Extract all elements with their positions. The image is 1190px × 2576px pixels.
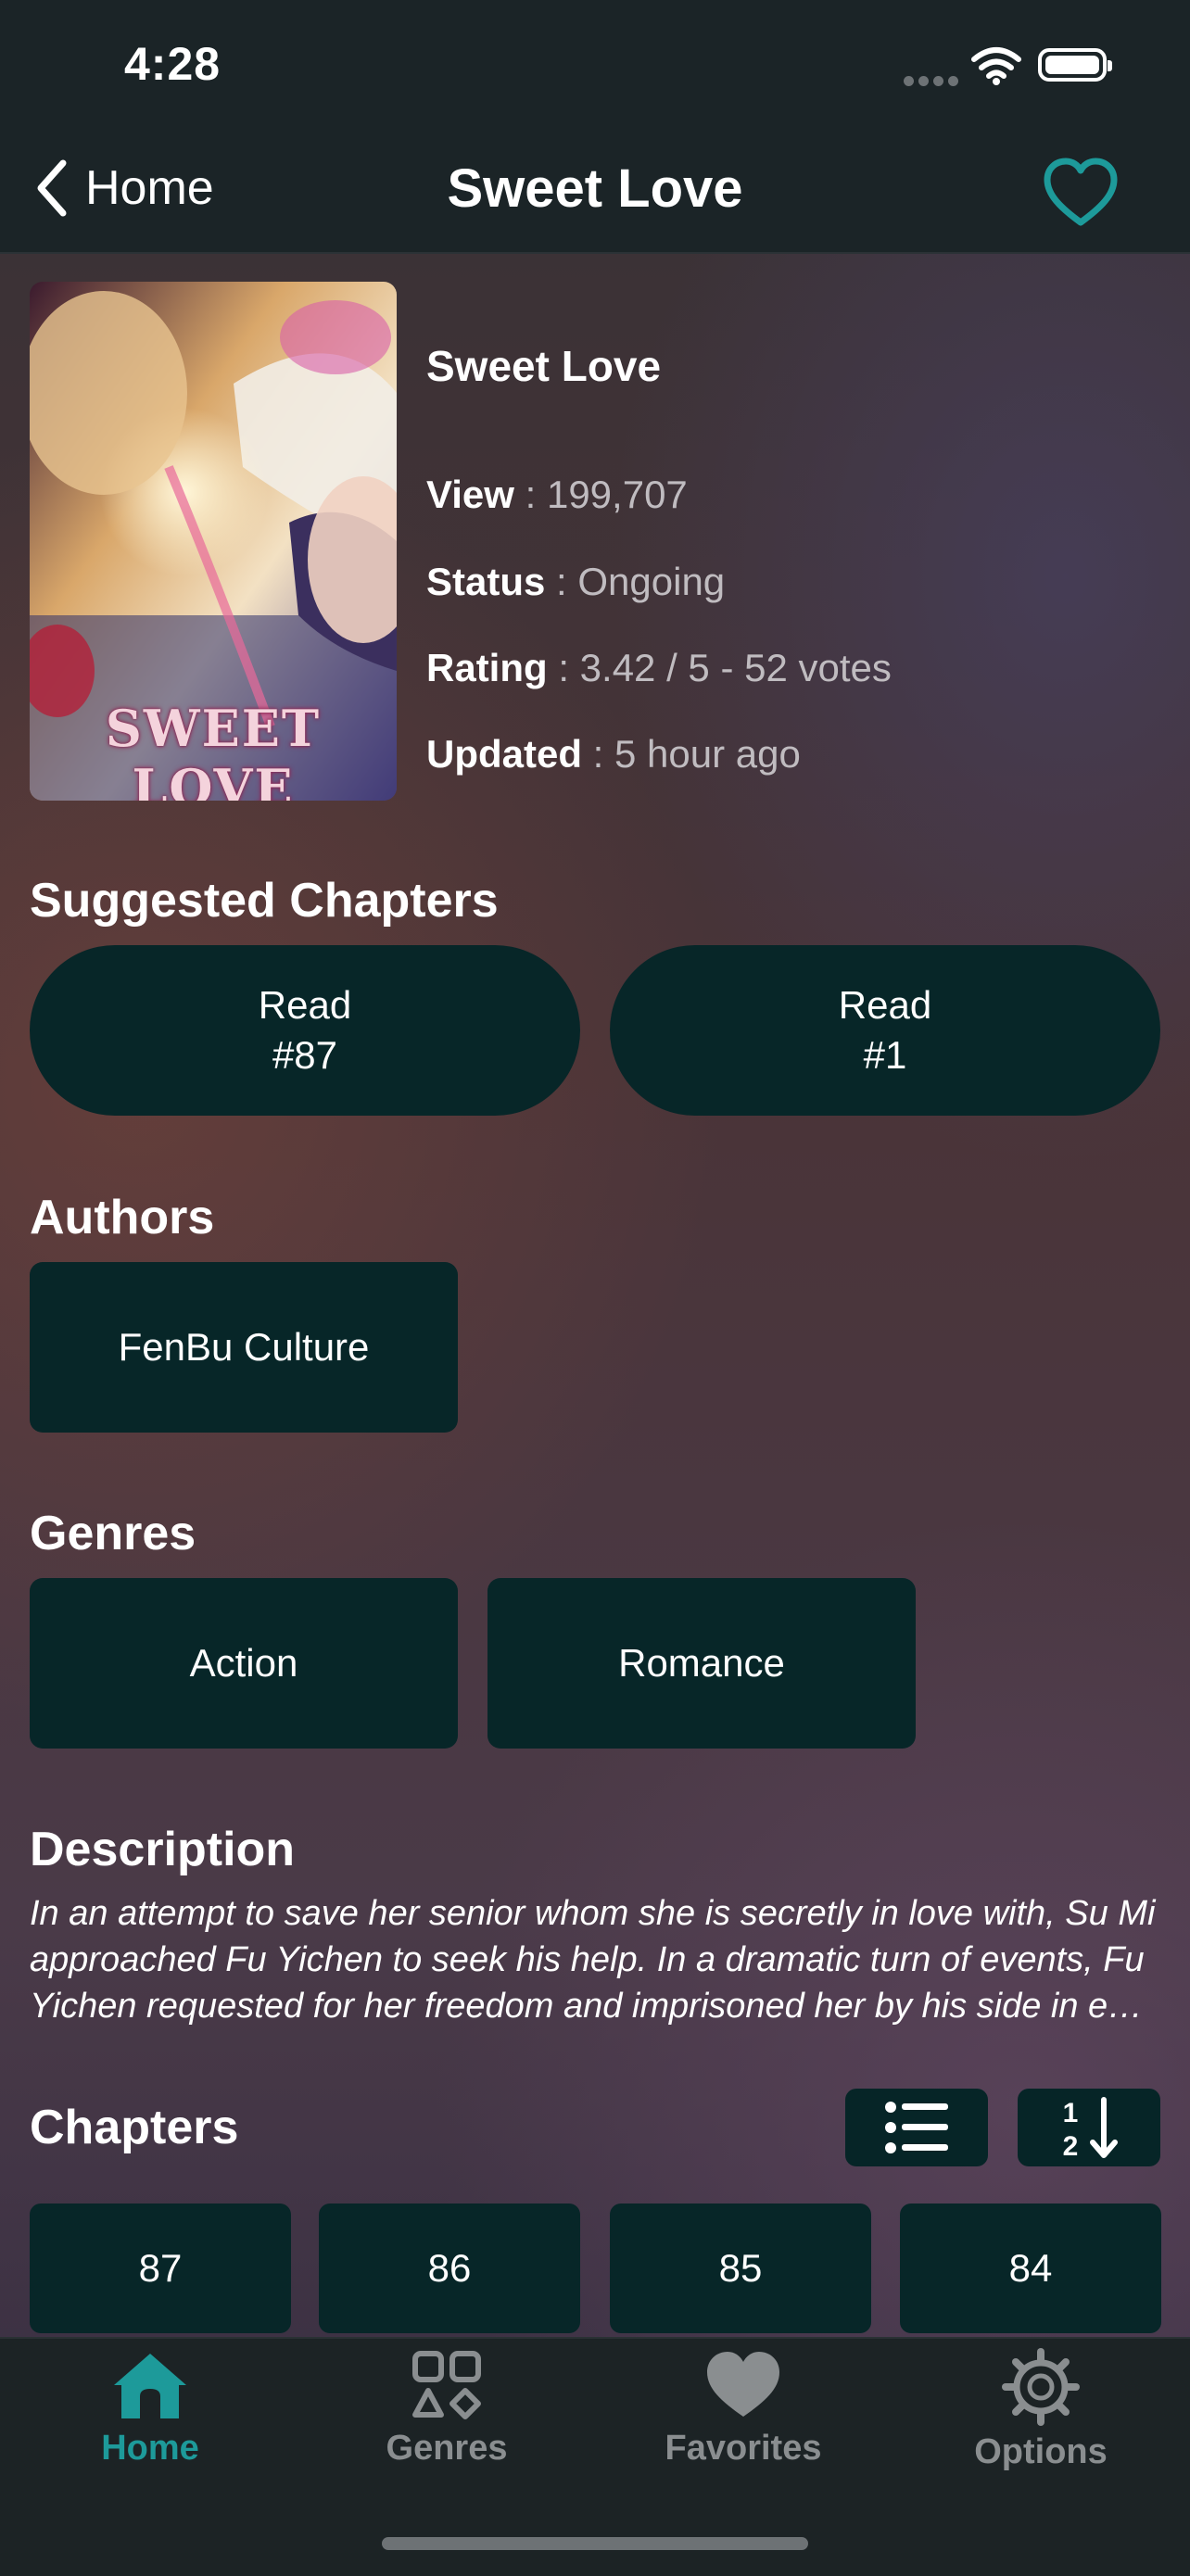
cover-title-art: SWEET LOVE xyxy=(105,699,322,801)
updated-row: Updated : 5 hour ago xyxy=(426,732,801,776)
sort-numeric-icon: 1 2 xyxy=(1063,2097,1118,2161)
status-time: 4:28 xyxy=(124,38,222,90)
view-row: View : 199,707 xyxy=(426,473,688,516)
list-icon xyxy=(885,2102,948,2153)
status-row: Status : Ongoing xyxy=(426,560,726,603)
tab-genres[interactable]: Genres xyxy=(335,2348,558,2469)
read-chapter-1-button[interactable]: Read #1 xyxy=(610,945,1160,1116)
home-indicator xyxy=(382,2537,808,2550)
tab-options[interactable]: Options xyxy=(930,2348,1152,2472)
page-title: Sweet Love xyxy=(447,158,743,219)
navigation-bar: Home Sweet Love xyxy=(0,139,1190,254)
chapters-heading: Chapters xyxy=(30,2101,239,2154)
gear-icon xyxy=(1002,2348,1080,2426)
list-view-button[interactable] xyxy=(845,2089,988,2166)
tab-favorites[interactable]: Favorites xyxy=(632,2348,855,2469)
rating-row: Rating : 3.42 / 5 - 52 votes xyxy=(426,646,892,689)
genres-heading: Genres xyxy=(30,1507,196,1560)
tab-home[interactable]: Home xyxy=(39,2348,261,2469)
description-text[interactable]: In an attempt to save her senior whom sh… xyxy=(30,1890,1160,2029)
grid-icon xyxy=(412,2351,481,2419)
sort-order-button[interactable]: 1 2 xyxy=(1018,2089,1160,2166)
chapter-button-87[interactable]: 87 xyxy=(30,2203,291,2333)
svg-text:1: 1 xyxy=(1063,2098,1079,2128)
cover-image: SWEET LOVE xyxy=(30,282,397,801)
cellular-signal-icon xyxy=(904,74,963,91)
suggested-chapters-heading: Suggested Chapters xyxy=(30,874,499,928)
description-heading: Description xyxy=(30,1823,296,1876)
chapter-button-85[interactable]: 85 xyxy=(610,2203,871,2333)
authors-heading: Authors xyxy=(30,1191,215,1244)
wifi-icon xyxy=(971,47,1021,85)
favorite-heart-icon[interactable] xyxy=(1042,156,1120,230)
house-icon xyxy=(114,2354,186,2418)
genre-tag-action[interactable]: Action xyxy=(30,1578,458,1749)
svg-text:2: 2 xyxy=(1063,2131,1079,2161)
chapter-button-86[interactable]: 86 xyxy=(319,2203,580,2333)
battery-icon xyxy=(1038,48,1112,82)
chapter-button-84[interactable]: 84 xyxy=(900,2203,1161,2333)
author-tag[interactable]: FenBu Culture xyxy=(30,1262,458,1433)
read-chapter-87-button[interactable]: Read #87 xyxy=(30,945,580,1116)
genre-tag-romance[interactable]: Romance xyxy=(487,1578,916,1749)
status-bar: 4:28 xyxy=(0,0,1190,139)
manga-title: Sweet Love xyxy=(426,342,662,390)
heart-icon xyxy=(707,2352,779,2417)
